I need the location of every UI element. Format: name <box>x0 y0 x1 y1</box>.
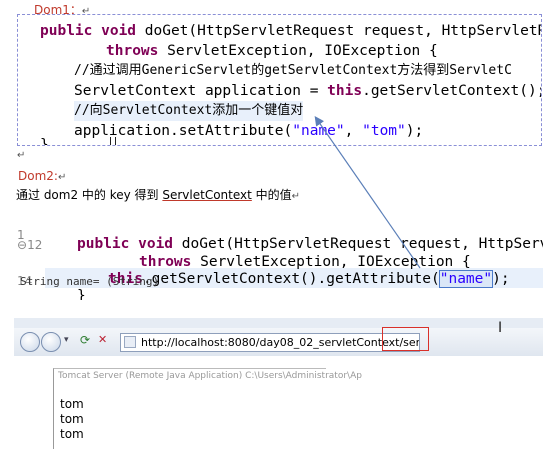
refresh-icon[interactable]: ⟳ <box>80 333 90 347</box>
address-url: http://localhost:8080/day08_02_servletCo… <box>141 336 420 349</box>
forward-button[interactable] <box>41 332 61 352</box>
arrow-line <box>314 116 421 269</box>
console-header: Tomcat Server (Remote Java Application) … <box>58 371 362 381</box>
console-line: tom <box>60 397 84 411</box>
stop-icon[interactable]: ✕ <box>98 333 107 346</box>
page-icon <box>124 336 136 348</box>
chevron-down-icon[interactable]: ▾ <box>64 335 69 345</box>
address-bar[interactable]: http://localhost:8080/day08_02_servletCo… <box>120 333 420 352</box>
console-output: Tomcat Server (Remote Java Application) … <box>53 368 362 449</box>
console-line: tom <box>60 427 84 441</box>
text-cursor-icon: I <box>498 320 503 336</box>
back-button[interactable] <box>20 332 40 352</box>
highlight-box <box>382 327 429 351</box>
console-line: tom <box>60 412 84 426</box>
